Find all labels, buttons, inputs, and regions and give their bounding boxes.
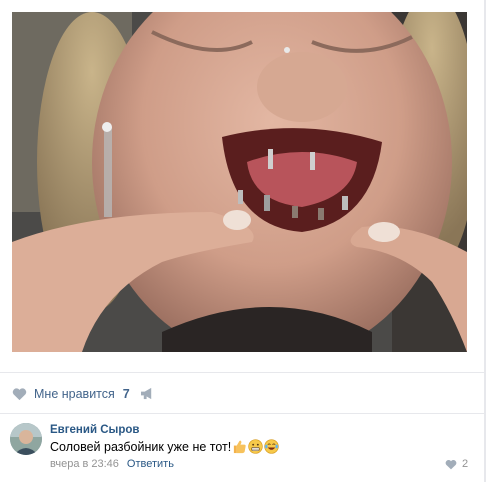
post-actions-bar: Мне нравится 7: [0, 372, 484, 414]
thumbs-up-emoji: [234, 440, 246, 454]
comment-time[interactable]: вчера в 23:46: [50, 458, 119, 470]
avatar[interactable]: [10, 423, 42, 455]
reply-link[interactable]: Ответить: [127, 458, 174, 470]
like-button[interactable]: Мне нравится 7: [12, 385, 130, 403]
comment-like-count: 2: [462, 458, 469, 470]
megaphone-icon[interactable]: [140, 387, 155, 400]
heart-icon: [445, 459, 457, 469]
heart-icon: [12, 388, 27, 401]
grimacing-emoji: [248, 439, 263, 454]
comment-meta: вчера в 23:46 Ответить: [50, 458, 174, 470]
comment-text-row: Соловей разбойник уже не тот!: [50, 439, 279, 454]
laughing-tears-emoji: [264, 439, 279, 454]
like-count: 7: [122, 387, 130, 401]
comment-author[interactable]: Евгений Сыров: [50, 424, 139, 436]
like-label: Мне нравится: [34, 387, 115, 401]
comment-item: Евгений Сыров Соловей разбойник уже не т…: [0, 413, 484, 482]
comment-text: Соловей разбойник уже не тот!: [50, 439, 232, 454]
post-photo[interactable]: [12, 12, 467, 352]
comment-like-button[interactable]: 2: [445, 458, 468, 470]
